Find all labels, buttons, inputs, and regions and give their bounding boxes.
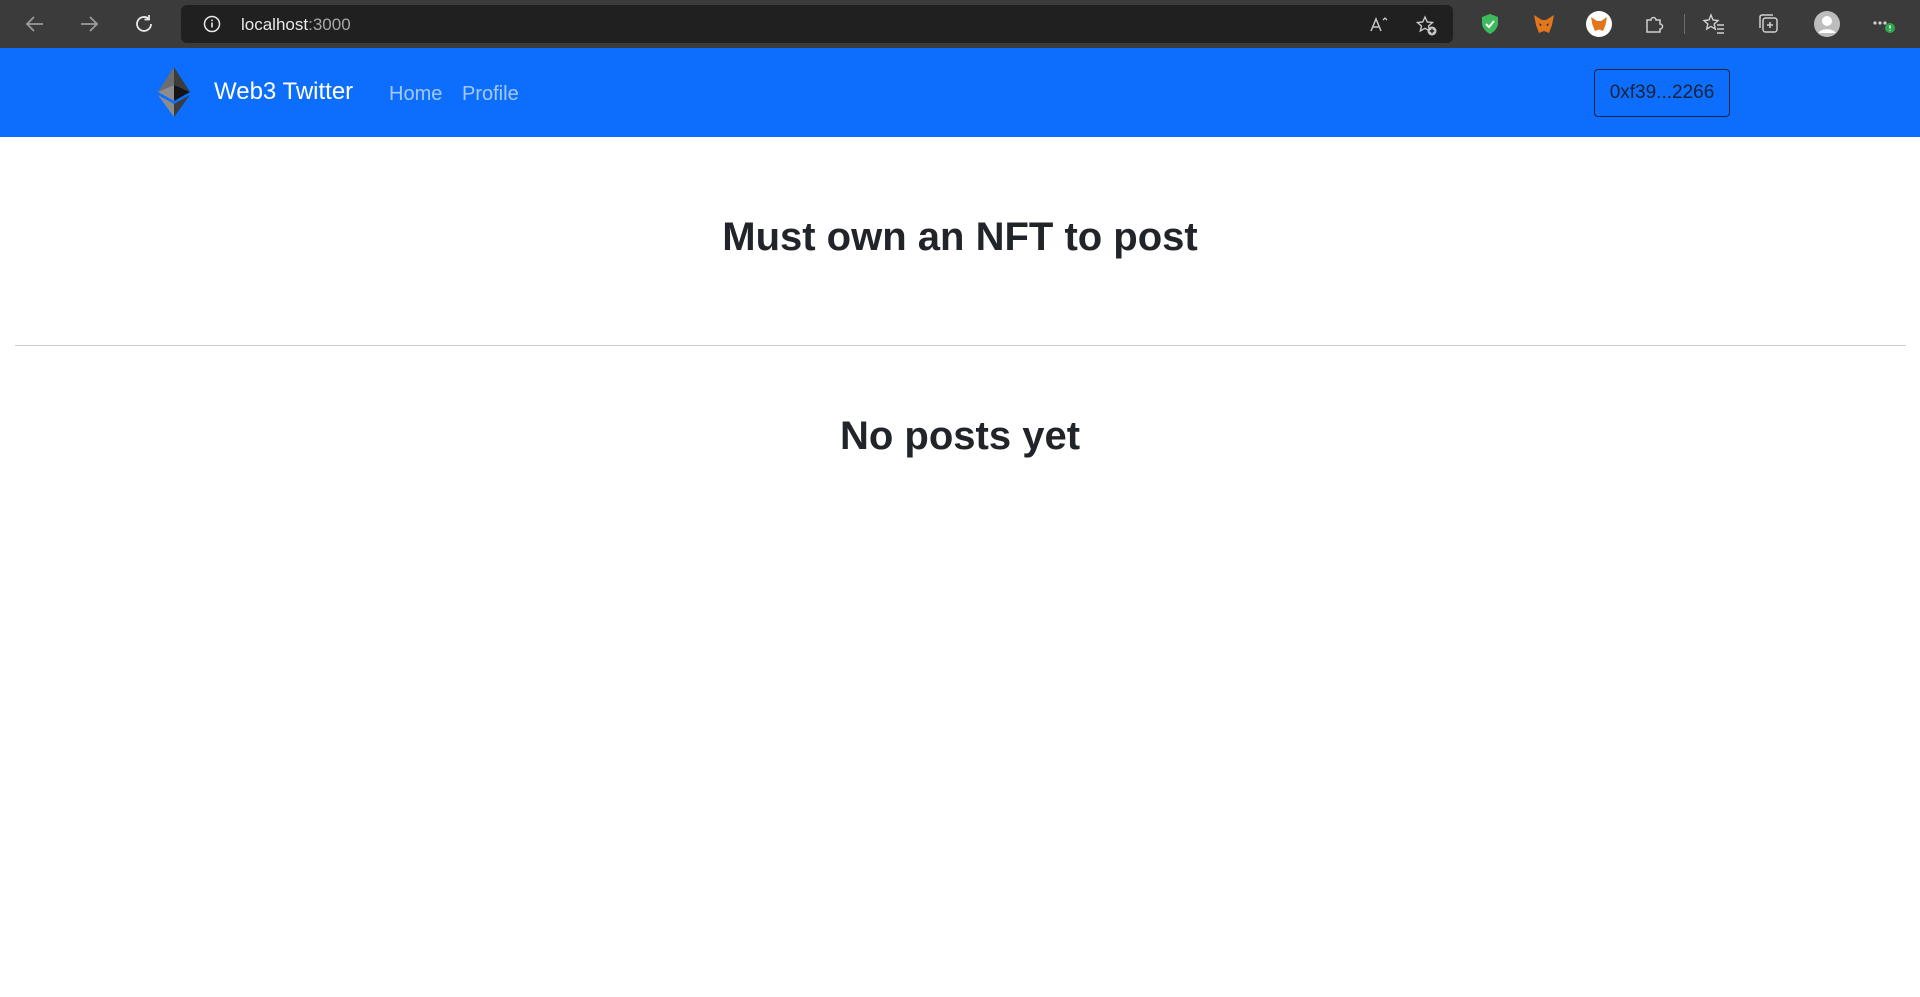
add-favorite-icon[interactable] (1414, 14, 1437, 36)
forward-arrow-icon[interactable] (72, 8, 106, 40)
nav-link-home[interactable]: Home (389, 83, 442, 106)
wallet-address-button[interactable]: 0xf39...2266 (1594, 69, 1730, 117)
refresh-icon[interactable] (127, 8, 161, 40)
metamask-fox-icon[interactable] (1530, 10, 1558, 38)
empty-posts-heading: No posts yet (839, 414, 1081, 458)
site-info-icon[interactable] (203, 15, 221, 33)
browser-toolbar: localhost:3000 (0, 0, 1920, 48)
ethereum-logo-icon[interactable] (156, 67, 192, 117)
nav-link-profile[interactable]: Profile (462, 83, 519, 106)
nft-required-heading: Must own an NFT to post (722, 215, 1198, 259)
url-port: :3000 (308, 15, 351, 34)
toolbar-separator (1684, 14, 1685, 34)
address-url[interactable]: localhost:3000 (241, 15, 351, 35)
more-menu-icon[interactable] (1870, 10, 1898, 38)
shield-extension-icon[interactable] (1476, 10, 1504, 38)
address-bar[interactable]: localhost:3000 (181, 5, 1453, 43)
brand-name[interactable]: Web3 Twitter (214, 78, 353, 106)
profile-avatar-icon[interactable] (1813, 10, 1841, 38)
section-divider (15, 345, 1906, 346)
read-aloud-icon[interactable] (1368, 14, 1390, 36)
extensions-puzzle-icon[interactable] (1640, 10, 1668, 38)
url-host: localhost (241, 15, 309, 34)
collections-icon[interactable] (1755, 10, 1783, 38)
app-navbar: Web3 Twitter Home Profile 0xf39...2266 (0, 48, 1920, 137)
back-arrow-icon[interactable] (18, 8, 52, 40)
metamask-active-icon[interactable] (1585, 10, 1613, 38)
favorites-icon[interactable] (1700, 10, 1728, 38)
